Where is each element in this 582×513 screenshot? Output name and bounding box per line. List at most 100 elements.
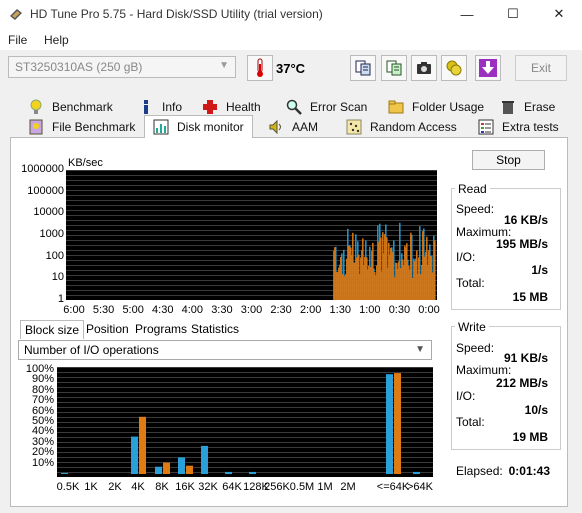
chevron-down-icon: ▼ bbox=[415, 344, 425, 355]
tab-info[interactable]: Info bbox=[138, 97, 182, 117]
tab-label: Random Access bbox=[370, 120, 457, 134]
y-tick-label: 100 bbox=[45, 249, 64, 262]
write-rate-bar bbox=[334, 247, 336, 300]
x-tick-label: 0:30 bbox=[388, 304, 411, 316]
screenshot-button[interactable] bbox=[411, 55, 437, 81]
x-tick-label: 3:00 bbox=[240, 304, 263, 316]
write-rate-bar bbox=[364, 256, 366, 300]
write-max-label: Maximum: bbox=[456, 363, 512, 377]
x-tick-label: 0:00 bbox=[418, 304, 440, 316]
tab-label: Info bbox=[162, 100, 183, 114]
stop-button[interactable]: Stop bbox=[472, 150, 545, 170]
subtab-statistics[interactable]: Statistics bbox=[187, 320, 243, 338]
temperature-value: 37°C bbox=[276, 61, 306, 76]
read-io-value: 1/s bbox=[531, 263, 548, 277]
write-rate-bar bbox=[396, 262, 398, 300]
temperature-button[interactable] bbox=[247, 55, 273, 81]
write-rate-bar bbox=[336, 271, 338, 300]
write-rate-bar bbox=[410, 232, 412, 300]
write-rate-bar bbox=[362, 238, 364, 300]
write-rate-bar bbox=[370, 267, 372, 300]
write-rate-bar bbox=[432, 272, 434, 300]
write-rate-bar bbox=[378, 241, 380, 300]
tab-aam[interactable]: AAM bbox=[268, 117, 318, 137]
write-rate-bar bbox=[360, 257, 362, 300]
write-rate-bar bbox=[338, 267, 340, 300]
y-tick-label: 1 bbox=[57, 293, 64, 305]
tab-health[interactable]: Health bbox=[202, 97, 261, 117]
x-tick-label: 1:30 bbox=[329, 304, 351, 316]
x-tick-label: 2:30 bbox=[270, 304, 292, 316]
tab-disk-monitor[interactable]: Disk monitor bbox=[144, 115, 253, 138]
x-tick-label: 5:00 bbox=[122, 304, 144, 316]
write-rate-bar bbox=[374, 272, 376, 300]
read-block-bar bbox=[61, 472, 68, 474]
write-rate-bar bbox=[428, 250, 430, 300]
subtab-block-size[interactable]: Block size bbox=[20, 320, 85, 339]
transfer-rate-chart bbox=[66, 170, 437, 300]
read-block-bar bbox=[249, 471, 256, 474]
write-rate-bar bbox=[404, 245, 406, 300]
write-block-bar bbox=[139, 416, 146, 474]
write-block-bar bbox=[163, 462, 170, 474]
write-rate-bar bbox=[340, 256, 342, 300]
x-tick-label: 2M bbox=[340, 481, 356, 493]
tab-error-scan[interactable]: Error Scan bbox=[286, 97, 367, 117]
drive-select[interactable]: ST3250310AS (250 gB) ▼ bbox=[8, 56, 236, 78]
menu-help[interactable]: Help bbox=[44, 33, 69, 47]
copy-all-button[interactable] bbox=[381, 55, 407, 81]
copy-text-button[interactable] bbox=[350, 55, 376, 81]
write-rate-bar bbox=[352, 232, 354, 300]
minimize-button[interactable]: — bbox=[444, 0, 490, 28]
subtab-position[interactable]: Position bbox=[82, 320, 133, 338]
menu-file[interactable]: File bbox=[8, 33, 27, 47]
tab-label: Disk monitor bbox=[177, 120, 244, 134]
tab-label: Erase bbox=[524, 100, 556, 114]
write-rate-bar bbox=[382, 232, 384, 300]
file-bulb-icon bbox=[29, 119, 43, 135]
x-tick-label: 3:30 bbox=[211, 304, 233, 316]
write-rate-bar bbox=[356, 257, 358, 300]
write-total-value: 19 MB bbox=[512, 430, 548, 444]
tab-label: Error Scan bbox=[310, 100, 368, 114]
options-button[interactable] bbox=[441, 55, 467, 81]
tab-extra-tests[interactable]: Extra tests bbox=[478, 117, 559, 137]
write-rate-bar bbox=[346, 258, 348, 300]
tab-folder-usage[interactable]: Folder Usage bbox=[388, 97, 484, 117]
tab-label: AAM bbox=[292, 120, 319, 134]
exit-button[interactable]: Exit bbox=[515, 55, 567, 81]
tab-benchmark[interactable]: Benchmark bbox=[28, 97, 113, 117]
read-max-value: 195 MB/s bbox=[495, 237, 548, 251]
tab-random-access[interactable]: Random Access bbox=[346, 117, 457, 137]
write-io-label: I/O: bbox=[456, 389, 476, 403]
copy-icon bbox=[355, 60, 371, 76]
elapsed-label: Elapsed: bbox=[456, 464, 503, 478]
write-block-bar bbox=[394, 373, 401, 474]
write-rate-bar bbox=[408, 265, 410, 300]
close-button[interactable]: ✕ bbox=[536, 0, 582, 28]
read-block-bar bbox=[225, 471, 232, 474]
write-total-label: Total: bbox=[456, 415, 485, 429]
write-rate-bar bbox=[406, 243, 408, 300]
window-title: HD Tune Pro 5.75 - Hard Disk/SSD Utility… bbox=[30, 7, 323, 21]
write-rate-bar bbox=[380, 237, 382, 300]
subtab-programs[interactable]: Programs bbox=[131, 320, 191, 338]
write-rate-bar bbox=[430, 255, 432, 300]
write-rate-bar bbox=[350, 247, 352, 300]
save-button[interactable] bbox=[475, 55, 501, 81]
tab-file-benchmark[interactable]: File Benchmark bbox=[28, 117, 135, 137]
write-rate-bar bbox=[402, 259, 404, 300]
write-rate-bar bbox=[390, 247, 392, 300]
metric-select[interactable]: Number of I/O operations ▼ bbox=[18, 340, 432, 360]
write-rate-bar bbox=[344, 276, 346, 300]
write-rate-bar bbox=[398, 261, 400, 300]
magnifier-icon bbox=[286, 99, 302, 115]
tab-erase[interactable]: Erase bbox=[500, 97, 555, 117]
write-block-bar bbox=[186, 465, 193, 474]
wrench-icon bbox=[446, 60, 462, 76]
copy-all-icon bbox=[386, 60, 402, 76]
lightbulb-icon bbox=[30, 99, 42, 114]
y-tick-label: 10000 bbox=[33, 206, 64, 219]
read-total-value: 15 MB bbox=[512, 290, 548, 304]
maximize-button[interactable]: ☐ bbox=[490, 0, 536, 28]
